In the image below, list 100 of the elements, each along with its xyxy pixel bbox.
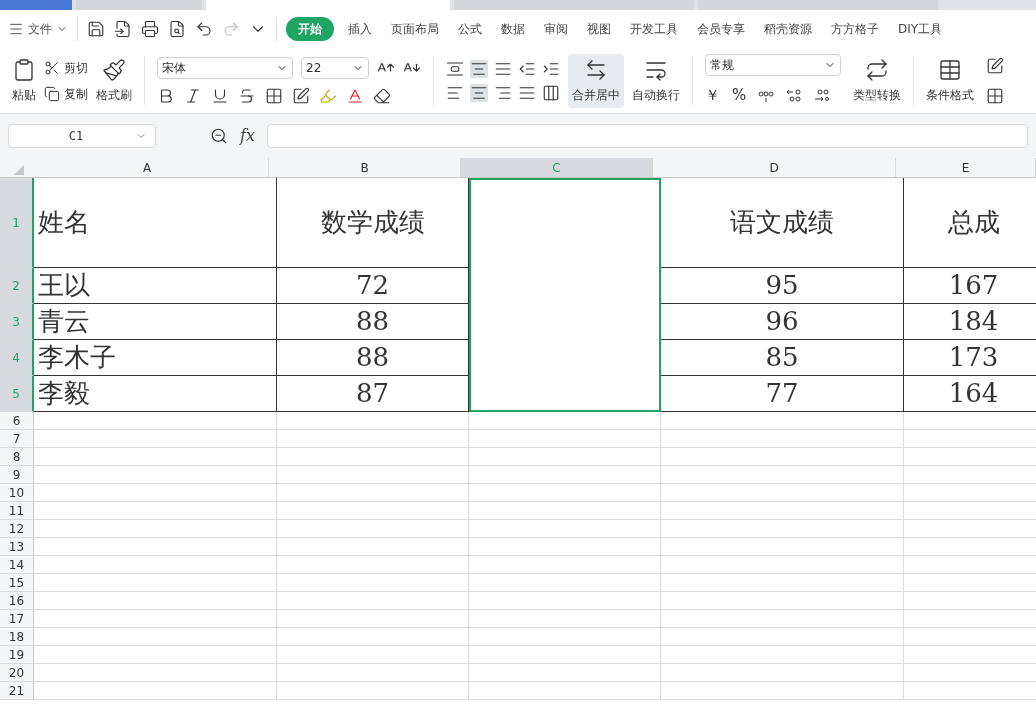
underline-icon[interactable]: [211, 86, 229, 105]
align-center-icon[interactable]: [470, 83, 488, 102]
ribbon-tab[interactable]: 会员专享: [692, 20, 750, 38]
ribbon-tab[interactable]: 数据: [496, 20, 530, 38]
column-header[interactable]: A: [26, 158, 269, 177]
row-header[interactable]: 12: [0, 520, 34, 538]
number-format-field[interactable]: 常规: [705, 54, 841, 77]
table-cell[interactable]: 姓名: [34, 178, 277, 268]
print-icon[interactable]: [141, 20, 159, 38]
row-header[interactable]: 10: [0, 484, 34, 502]
row-header[interactable]: 6: [0, 412, 34, 430]
wrap-text-button[interactable]: 自动换行: [632, 57, 680, 104]
table-cell[interactable]: 85: [661, 340, 904, 376]
table-cell[interactable]: 王以: [34, 268, 277, 304]
table-cell[interactable]: 96: [661, 304, 904, 340]
ribbon-tab[interactable]: 开发工具: [625, 20, 683, 38]
table-cell[interactable]: 173: [904, 340, 1036, 376]
paste-button[interactable]: 粘贴: [12, 57, 36, 104]
strikethrough-icon[interactable]: [238, 86, 256, 105]
type-convert-button[interactable]: 类型转换: [853, 57, 901, 104]
table-cell[interactable]: 李木子: [34, 340, 277, 376]
table-cell[interactable]: 167: [904, 268, 1036, 304]
copy-button[interactable]: 复制: [44, 84, 88, 103]
row-header[interactable]: 19: [0, 646, 34, 664]
ribbon-tab[interactable]: DIY工具: [893, 20, 948, 38]
italic-icon[interactable]: [184, 86, 202, 105]
row-header[interactable]: 17: [0, 610, 34, 628]
increase-decimal-icon[interactable]: [786, 88, 803, 103]
file-menu-button[interactable]: 文件: [8, 20, 68, 38]
row-header[interactable]: 7: [0, 430, 34, 448]
table-cell[interactable]: 李毅: [34, 376, 277, 412]
thousands-separator-icon[interactable]: [758, 88, 775, 103]
row-header[interactable]: 9: [0, 466, 34, 484]
font-name-field[interactable]: 宋体: [157, 56, 293, 79]
border-icon[interactable]: [265, 86, 283, 105]
browser-tab[interactable]: [698, 0, 938, 10]
table-cell[interactable]: 184: [904, 304, 1036, 340]
align-top-icon[interactable]: [446, 59, 464, 78]
cut-button[interactable]: 剪切: [44, 58, 88, 77]
name-box[interactable]: C1: [8, 124, 156, 148]
table-cell[interactable]: 总成: [904, 178, 1036, 268]
ribbon-tab[interactable]: 公式: [453, 20, 487, 38]
merge-center-button[interactable]: 合并居中: [568, 53, 624, 108]
format-painter-button[interactable]: 格式刷: [96, 57, 132, 104]
currency-button[interactable]: ￥: [705, 84, 720, 107]
row-header[interactable]: 13: [0, 538, 34, 556]
browser-tab[interactable]: [454, 0, 694, 10]
undo-icon[interactable]: [195, 20, 213, 38]
eraser-icon[interactable]: [373, 86, 391, 105]
table-style-icon[interactable]: [986, 56, 1004, 75]
save-icon[interactable]: [87, 20, 105, 38]
zoom-out-icon[interactable]: [210, 127, 228, 145]
row-header[interactable]: 11: [0, 502, 34, 520]
table-cell[interactable]: 88: [277, 340, 469, 376]
row-header[interactable]: 20: [0, 664, 34, 682]
row-header[interactable]: 21: [0, 682, 34, 700]
row-header[interactable]: 15: [0, 574, 34, 592]
row-header[interactable]: 8: [0, 448, 34, 466]
print-preview-icon[interactable]: [168, 20, 186, 38]
ribbon-tab[interactable]: 插入: [343, 20, 377, 38]
row-header[interactable]: 14: [0, 556, 34, 574]
table-cell[interactable]: [469, 268, 661, 304]
table-cell[interactable]: 95: [661, 268, 904, 304]
conditional-format-button[interactable]: 条件格式: [926, 57, 974, 104]
table-cell[interactable]: 77: [661, 376, 904, 412]
browser-tab[interactable]: [76, 0, 202, 10]
export-icon[interactable]: [114, 20, 132, 38]
browser-tab[interactable]: [0, 0, 72, 10]
distribute-icon[interactable]: [542, 83, 560, 102]
cell-icon[interactable]: [986, 86, 1004, 105]
ribbon-tab[interactable]: 页面布局: [386, 20, 444, 38]
row-header[interactable]: 18: [0, 628, 34, 646]
table-cell[interactable]: 72: [277, 268, 469, 304]
ribbon-tab[interactable]: 审阅: [539, 20, 573, 38]
table-cell[interactable]: 数学成绩: [277, 178, 469, 268]
cell-style-icon[interactable]: [292, 86, 310, 105]
table-cell[interactable]: [469, 376, 661, 412]
browser-tab[interactable]: [206, 0, 450, 10]
redo-icon[interactable]: [222, 20, 240, 38]
table-cell[interactable]: 青云: [34, 304, 277, 340]
table-cell[interactable]: 语文成绩: [661, 178, 904, 268]
function-label[interactable]: fx: [240, 124, 255, 148]
ribbon-tab[interactable]: 稻壳资源: [759, 20, 817, 38]
ribbon-tab[interactable]: 方方格子: [826, 20, 884, 38]
table-cell[interactable]: [469, 340, 661, 376]
formula-input-field[interactable]: [266, 124, 1028, 148]
percent-button[interactable]: %: [732, 84, 747, 107]
column-header[interactable]: E: [896, 158, 1036, 177]
column-header[interactable]: D: [653, 158, 896, 177]
table-cell[interactable]: 88: [277, 304, 469, 340]
align-middle-icon[interactable]: [470, 59, 488, 78]
table-cell[interactable]: [469, 178, 661, 268]
font-size-field[interactable]: 22: [301, 56, 369, 79]
fill-color-icon[interactable]: [319, 86, 337, 105]
table-cell[interactable]: 164: [904, 376, 1036, 412]
table-cell[interactable]: 87: [277, 376, 469, 412]
table-cell[interactable]: [469, 304, 661, 340]
ribbon-tab[interactable]: 视图: [582, 20, 616, 38]
row-header[interactable]: 16: [0, 592, 34, 610]
decrease-decimal-icon[interactable]: [814, 88, 831, 103]
